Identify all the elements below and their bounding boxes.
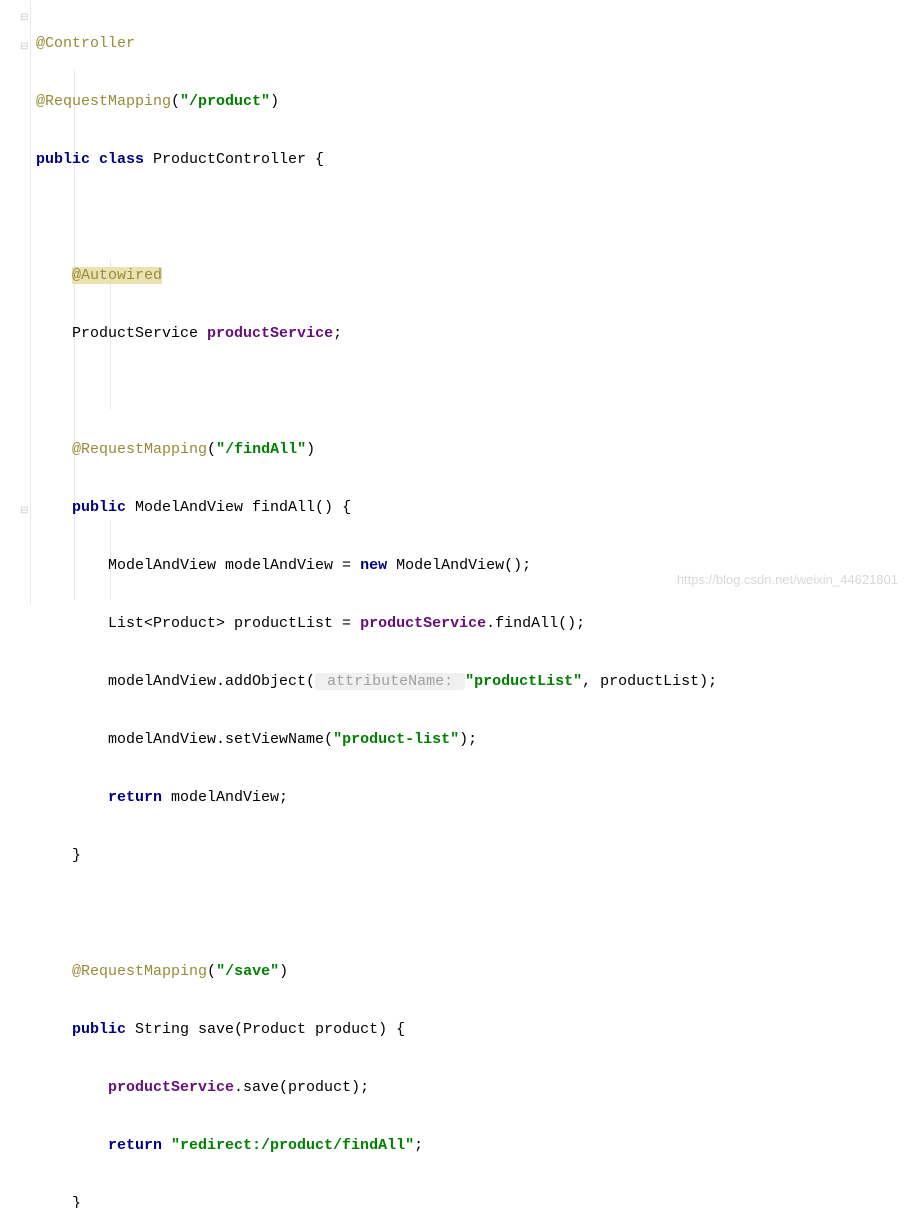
method-signature: String save(Product product) {	[135, 1021, 405, 1038]
string-literal: "/findAll"	[216, 441, 306, 458]
fold-icon[interactable]: ⊟	[20, 497, 28, 526]
keyword: public	[72, 1021, 135, 1038]
string-literal: "/product"	[180, 93, 270, 110]
parameter-hint: attributeName:	[315, 673, 465, 690]
code-editor[interactable]: @Controller @RequestMapping("/product") …	[36, 0, 717, 1208]
annotation: @RequestMapping	[72, 441, 207, 458]
field: productService	[108, 1079, 234, 1096]
field: productService	[207, 325, 333, 342]
keyword: public class	[36, 151, 153, 168]
string-literal: "productList"	[465, 673, 582, 690]
keyword: return	[108, 789, 171, 806]
class-name: ProductController {	[153, 151, 324, 168]
annotation: @Controller	[36, 35, 135, 52]
fold-icon[interactable]: ⊟	[20, 4, 28, 33]
field: productService	[360, 615, 486, 632]
string-literal: "redirect:/product/findAll"	[171, 1137, 414, 1154]
keyword: new	[360, 557, 396, 574]
keyword: public	[72, 499, 135, 516]
annotation: @RequestMapping	[72, 963, 207, 980]
fold-icon[interactable]: ⊟	[20, 33, 28, 62]
annotation: @RequestMapping	[36, 93, 171, 110]
string-literal: "/save"	[216, 963, 279, 980]
watermark: https://blog.csdn.net/weixin_44621801	[677, 565, 898, 594]
type: ProductService	[72, 325, 207, 342]
method-signature: ModelAndView findAll() {	[135, 499, 351, 516]
editor-gutter: ⊟ ⊟ ⊟	[0, 0, 31, 604]
string-literal: "product-list"	[333, 731, 459, 748]
annotation-highlighted: @Autowired	[72, 267, 162, 284]
keyword: return	[108, 1137, 171, 1154]
